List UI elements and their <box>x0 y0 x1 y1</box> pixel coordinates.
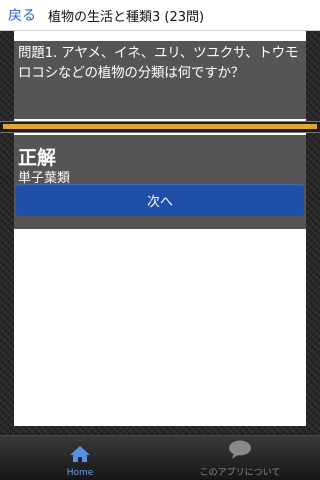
nav-about-label: このアプリについて <box>199 468 281 478</box>
question-text: 問題1. アヤメ、イネ、ユリ、ツユクサ、トウモロコシなどの植物の分類は何ですか？ <box>18 45 299 81</box>
result-label: 正解 <box>18 147 57 169</box>
nav-about[interactable]: このアプリについて <box>160 436 320 480</box>
content-area: 問題1. アヤメ、イネ、ユリ、ツユクサ、トウモロコシなどの植物の分類は何ですか？… <box>0 31 320 436</box>
nav-home-label: Home <box>66 468 94 478</box>
next-button-label: 次へ <box>146 194 173 210</box>
home-icon <box>69 445 91 467</box>
speech-bubble-icon <box>228 440 252 464</box>
question-box: 問題1. アヤメ、イネ、ユリ、ツユクサ、トウモロコシなどの植物の分類は何ですか？ <box>14 41 306 119</box>
next-button[interactable]: 次へ <box>16 184 304 216</box>
bottom-nav: Home このアプリについて <box>0 435 320 480</box>
progress-bar <box>0 121 320 133</box>
header-bar: 戻る 植物の生活と種類3 (23問) <box>0 0 320 31</box>
progress-bar-fill <box>3 124 317 129</box>
page-title: 植物の生活と種類3 (23問) <box>48 9 205 25</box>
nav-home[interactable]: Home <box>0 436 160 480</box>
back-button[interactable]: 戻る <box>8 5 36 25</box>
